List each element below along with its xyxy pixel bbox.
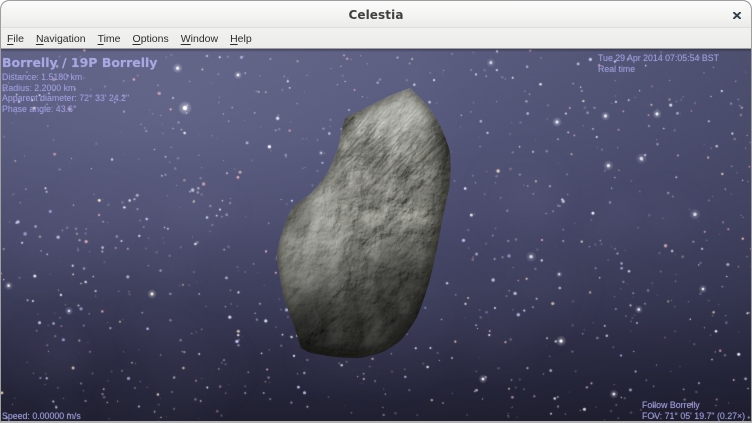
datetime-date: Tue 29 Apr 2014 07:05:54 BST bbox=[598, 53, 719, 64]
close-button[interactable] bbox=[733, 12, 741, 19]
selection-apparent-diameter: Apparent diameter: 72° 33' 24.2" bbox=[2, 93, 157, 104]
celestia-window: Celestia File Navigation Time Options Wi… bbox=[0, 0, 752, 423]
window-title: Celestia bbox=[1, 1, 751, 28]
status-fov: FOV: 71° 05' 19.7" (0.27×) bbox=[642, 411, 745, 422]
selection-distance: Distance: 1.5180 km bbox=[2, 72, 157, 83]
menu-options[interactable]: Options bbox=[127, 31, 175, 47]
selection-phase-angle: Phase angle: 43.6° bbox=[2, 104, 157, 115]
menu-navigation[interactable]: Navigation bbox=[30, 31, 92, 47]
menubar: File Navigation Time Options Window Help bbox=[1, 28, 751, 49]
menu-time[interactable]: Time bbox=[92, 31, 127, 47]
datetime-info: Tue 29 Apr 2014 07:05:54 BST Real time bbox=[598, 53, 719, 74]
menu-help[interactable]: Help bbox=[224, 31, 258, 47]
speed-info: Speed: 0.00000 m/s bbox=[2, 411, 81, 422]
menu-file[interactable]: File bbox=[1, 31, 30, 47]
speed-value: Speed: 0.00000 m/s bbox=[2, 411, 81, 422]
datetime-mode: Real time bbox=[598, 64, 719, 75]
selection-info: Borrelly / 19P Borrelly Distance: 1.5180… bbox=[2, 56, 157, 114]
status-info: Follow Borrelly FOV: 71° 05' 19.7" (0.27… bbox=[642, 400, 745, 421]
selection-radius: Radius: 2.2000 km bbox=[2, 83, 157, 94]
status-follow: Follow Borrelly bbox=[642, 400, 745, 411]
selection-title: Borrelly / 19P Borrelly bbox=[2, 56, 157, 69]
menu-window[interactable]: Window bbox=[175, 31, 224, 47]
close-icon bbox=[733, 12, 741, 19]
titlebar[interactable]: Celestia bbox=[1, 1, 751, 28]
space-viewport[interactable]: Borrelly / 19P Borrelly Distance: 1.5180… bbox=[1, 49, 751, 422]
